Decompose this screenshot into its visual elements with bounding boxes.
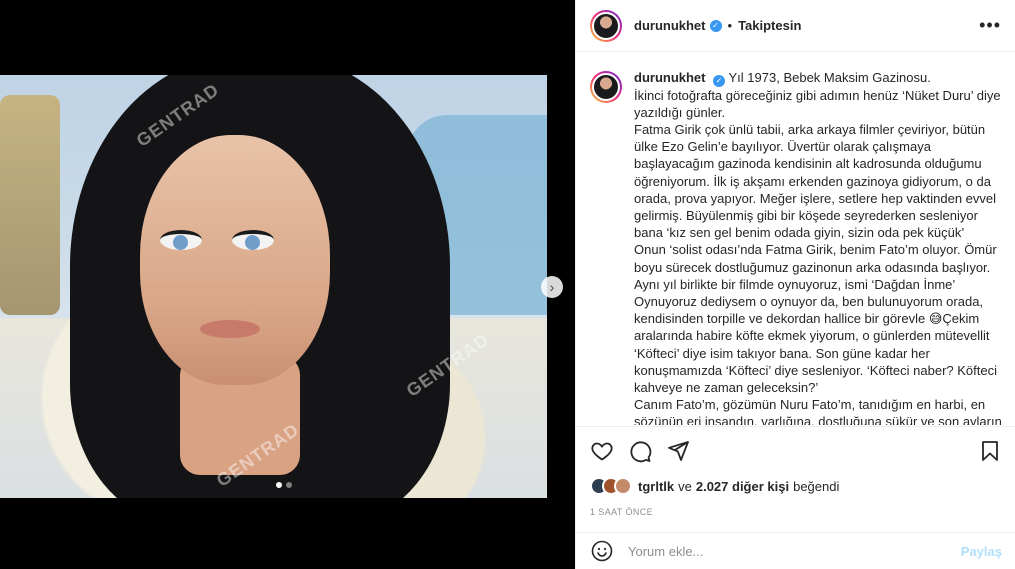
heart-icon[interactable] (590, 439, 614, 463)
caption-line: Yıl 1973, Bebek Maksim Gazinosu. (728, 70, 931, 85)
post-comment-button[interactable]: Paylaş (961, 544, 1002, 559)
right-eye (232, 230, 274, 250)
caption-section: durunukhet ✓ Yıl 1973, Bebek Maksim Gazi… (576, 53, 1015, 425)
avatar[interactable] (590, 71, 622, 103)
action-section: tgrltlk ve 2.027 diğer kişi beğendi 1 SA… (576, 426, 1015, 517)
chevron-right-icon: › (549, 279, 555, 295)
post-timestamp[interactable]: 1 SAAT ÖNCE (590, 507, 1002, 517)
caption-line: Fatma Girik çok ünlü tabii, arka arkaya … (634, 122, 997, 241)
caption-username[interactable]: durunukhet (634, 70, 706, 85)
likes-summary: tgrltlk ve 2.027 diğer kişi beğendi (590, 477, 1002, 495)
comment-bar: Paylaş (576, 532, 1015, 569)
carousel-dot (286, 482, 292, 488)
caption-line: İkinci fotoğrafta göreceğiniz gibi adımı… (634, 87, 1001, 120)
comment-icon[interactable] (628, 439, 652, 463)
caption-text: durunukhet ✓ Yıl 1973, Bebek Maksim Gazi… (634, 69, 1002, 425)
carousel-indicator (276, 482, 292, 488)
dot-separator: • (727, 18, 733, 33)
post-details-panel: durunukhet ✓ • Takiptesin ••• durunukhet… (575, 0, 1015, 569)
left-eye (160, 230, 202, 250)
comment-input[interactable] (628, 543, 961, 559)
verified-badge-icon: ✓ (713, 74, 726, 87)
face (140, 135, 330, 385)
avatar[interactable] (590, 9, 622, 42)
likes-connector: ve (678, 478, 692, 494)
post-header: durunukhet ✓ • Takiptesin ••• (576, 0, 1015, 52)
more-options-icon[interactable]: ••• (979, 15, 1001, 36)
lips (200, 320, 260, 338)
likes-suffix: beğendi (793, 478, 840, 494)
instagram-post-modal: GENTRAD GENTRAD GENTRAD › durunukhet ✓ •… (0, 0, 1015, 569)
post-photo[interactable]: GENTRAD GENTRAD GENTRAD (0, 75, 547, 498)
action-icons (590, 435, 1002, 467)
liker-avatars[interactable] (590, 477, 632, 495)
caption-line: Canım Fato’m, gözümün Nuru Fato’m, tanıd… (634, 397, 1002, 425)
background-toy (0, 95, 60, 315)
emoji-icon[interactable] (590, 539, 614, 563)
following-status-button[interactable]: Takiptesin (738, 18, 801, 33)
carousel-dot-active (276, 482, 282, 488)
likes-count[interactable]: 2.027 diğer kişi (696, 479, 789, 494)
send-icon[interactable] (666, 439, 690, 463)
media-panel: GENTRAD GENTRAD GENTRAD › (0, 0, 575, 569)
caption-line: Aynı yıl birlikte bir filmde oynuyoruz, … (634, 276, 997, 396)
author-username[interactable]: durunukhet (634, 18, 706, 33)
first-liker[interactable]: tgrltlk (638, 479, 674, 494)
caption-line: Onun ‘solist odası’nda Fatma Girik, beni… (634, 242, 997, 275)
bookmark-icon[interactable] (978, 439, 1002, 463)
next-slide-button[interactable]: › (541, 276, 563, 298)
verified-badge-icon: ✓ (709, 19, 722, 32)
